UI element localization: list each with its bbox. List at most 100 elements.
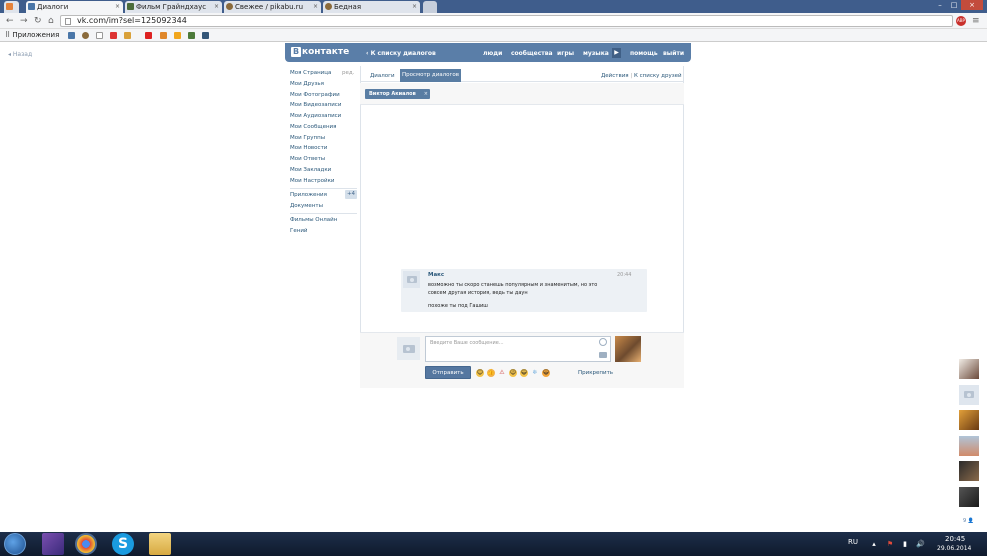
actions-link[interactable]: Действия xyxy=(601,73,629,79)
smile-icon[interactable] xyxy=(599,338,607,346)
chat-avatar[interactable] xyxy=(959,461,979,481)
volume-icon[interactable]: 🔊 xyxy=(916,540,925,548)
author-avatar[interactable] xyxy=(403,271,420,288)
maximize-icon[interactable]: □ xyxy=(947,0,961,10)
clock-time[interactable]: 20:45 xyxy=(945,535,965,543)
reload-icon[interactable]: ↻ xyxy=(34,16,42,26)
back-arrow-icon[interactable]: ← xyxy=(6,16,14,26)
close-icon[interactable]: × xyxy=(214,3,219,10)
emoji-snowflake[interactable]: ❄ xyxy=(531,369,539,377)
language-indicator[interactable]: RU xyxy=(848,538,858,546)
attach-link[interactable]: Прикрепить xyxy=(578,370,613,376)
tab-dialogs-link[interactable]: Диалоги xyxy=(370,73,395,79)
forward-arrow-icon[interactable]: → xyxy=(20,16,28,26)
menu-logout[interactable]: выйти xyxy=(663,50,684,57)
sidebar-edit-link[interactable]: ред. xyxy=(342,70,354,76)
sidebar-item-photos[interactable]: Мои Фотографии xyxy=(290,92,340,98)
bookmark-green-icon[interactable] xyxy=(188,32,195,39)
new-tab-button[interactable] xyxy=(423,1,437,13)
close-icon[interactable]: × xyxy=(412,3,417,10)
tab-poor[interactable]: Бедная × xyxy=(323,1,420,13)
emoji-smile[interactable]: 😊 xyxy=(476,369,484,377)
sidebar-item-documents[interactable]: Документы xyxy=(290,203,323,209)
flag-icon[interactable]: ⚑ xyxy=(886,540,894,548)
chat-avatar[interactable] xyxy=(959,487,979,507)
emoji-warning[interactable]: ⚠ xyxy=(498,369,506,377)
back-link[interactable]: ◂ Назад xyxy=(8,51,32,58)
peer-chip[interactable]: Виктор Акиалов × xyxy=(365,89,430,99)
home-icon[interactable]: ⌂ xyxy=(48,16,54,26)
bookmark-ok-icon[interactable] xyxy=(160,32,167,39)
bookmark-page-icon[interactable] xyxy=(96,32,103,39)
to-friends-link[interactable]: К списку друзей xyxy=(634,73,682,79)
attach-photo-icon[interactable] xyxy=(599,352,607,358)
chat-count[interactable]: 9 👤 xyxy=(963,518,974,524)
chat-avatar[interactable] xyxy=(959,410,979,430)
emoji-smiley[interactable]: 😃 xyxy=(542,369,550,377)
emoji-wink[interactable]: 😉 xyxy=(509,369,517,377)
visual-studio-icon[interactable] xyxy=(42,533,64,555)
sidebar-item-news[interactable]: Мои Новости xyxy=(290,145,327,151)
bookmark-video-icon[interactable] xyxy=(145,32,152,39)
close-icon[interactable]: × xyxy=(115,3,120,10)
bookmark-pikabu-icon[interactable] xyxy=(82,32,89,39)
tab-pikabu[interactable]: Свежее / pikabu.ru × xyxy=(224,1,321,13)
bookmark-orange-icon[interactable] xyxy=(174,32,181,39)
explorer-icon[interactable] xyxy=(149,533,171,555)
apps-shortcut[interactable]: ⠿ Приложения xyxy=(5,31,59,39)
tab-dialogs[interactable]: Диалоги × xyxy=(26,1,123,13)
tab-view-dialogs[interactable]: Просмотр диалогов xyxy=(400,69,461,82)
minimize-icon[interactable]: – xyxy=(933,0,947,10)
peer-avatar[interactable] xyxy=(615,336,641,362)
bookmark-folder-icon[interactable] xyxy=(124,32,131,39)
address-bar[interactable]: vk.com/im?sel=125092344 xyxy=(60,15,953,27)
bookmark-vk-icon[interactable] xyxy=(68,32,75,39)
sidebar-item-groups[interactable]: Мои Группы xyxy=(290,135,325,141)
network-icon[interactable]: ▮ xyxy=(901,540,909,548)
sidebar-item-friends[interactable]: Мои Друзья xyxy=(290,81,324,87)
sidebar-item-apps[interactable]: Приложения xyxy=(290,192,327,198)
message-input[interactable]: Введите Ваше сообщение... xyxy=(425,336,611,362)
chevron-up-icon[interactable]: ▴ xyxy=(870,540,878,548)
apps-count-badge[interactable]: +4 xyxy=(345,190,357,199)
sidebar-item-videos[interactable]: Мои Видеозаписи xyxy=(290,102,341,108)
clock-date[interactable]: 29.06.2014 xyxy=(937,545,971,552)
message-author[interactable]: Макс xyxy=(428,272,444,278)
send-button[interactable]: Отправить xyxy=(425,366,471,379)
sidebar-item-answers[interactable]: Мои Ответы xyxy=(290,156,325,162)
chat-avatar-placeholder[interactable] xyxy=(959,385,979,405)
play-icon[interactable]: ▶ xyxy=(612,48,621,58)
menu-help[interactable]: помощь xyxy=(630,50,658,57)
sidebar-item-bookmarks[interactable]: Мои Закладки xyxy=(290,167,331,173)
skype-icon[interactable]: S xyxy=(112,533,134,555)
menu-games[interactable]: игры xyxy=(557,50,574,57)
back-to-dialogs-link[interactable]: ‹ К списку диалогов xyxy=(366,50,436,57)
chat-avatar[interactable] xyxy=(959,436,979,456)
menu-icon[interactable]: ≡ xyxy=(972,16,980,26)
window-close-icon[interactable]: × xyxy=(961,0,983,10)
adblock-icon[interactable]: ABP xyxy=(956,16,966,26)
chat-avatar[interactable] xyxy=(959,359,979,379)
emoji-grin[interactable]: 😄 xyxy=(520,369,528,377)
vk-logo[interactable]: Вконтакте xyxy=(291,47,349,57)
remove-peer-icon[interactable]: × xyxy=(424,89,428,99)
close-icon[interactable]: × xyxy=(313,3,318,10)
bookmark-blue-icon[interactable] xyxy=(202,32,209,39)
emoji-thumbs-up[interactable]: 👍 xyxy=(487,369,495,377)
sidebar-item-settings[interactable]: Мои Настройки xyxy=(290,178,335,184)
menu-people[interactable]: люди xyxy=(483,50,502,57)
chrome-icon[interactable] xyxy=(75,533,97,555)
page-icon xyxy=(65,18,71,25)
sidebar-item-genius[interactable]: Гений xyxy=(290,228,307,234)
bookmark-yt-icon[interactable] xyxy=(110,32,117,39)
my-avatar[interactable] xyxy=(397,337,420,360)
sidebar-item-messages[interactable]: Мои Сообщения xyxy=(290,124,336,130)
sidebar-item-films[interactable]: Фильмы Онлайн xyxy=(290,217,337,223)
new-tab-button-left[interactable] xyxy=(4,1,19,13)
menu-music[interactable]: музыка xyxy=(583,50,609,57)
start-button[interactable] xyxy=(4,533,26,555)
menu-communities[interactable]: сообщества xyxy=(511,50,553,57)
sidebar-item-audio[interactable]: Мои Аудиозаписи xyxy=(290,113,341,119)
tab-film[interactable]: Фильм Грайндхаус × xyxy=(125,1,222,13)
sidebar-item-my-page[interactable]: Моя Страница xyxy=(290,70,331,76)
